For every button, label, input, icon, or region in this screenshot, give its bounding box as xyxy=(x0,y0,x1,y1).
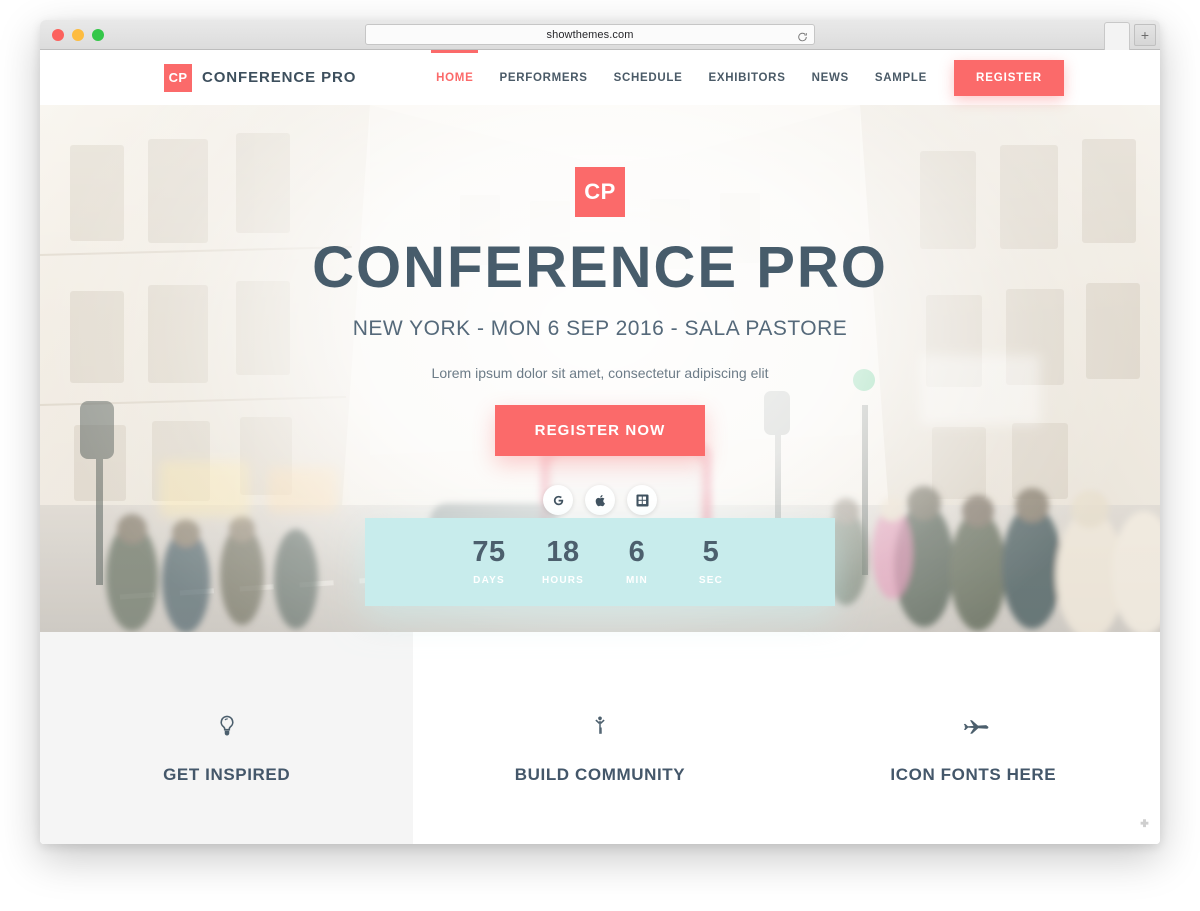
hero-subtitle: NEW YORK - MON 6 SEP 2016 - SALA PASTORE xyxy=(352,317,848,340)
feature-label: BUILD COMMUNITY xyxy=(514,765,686,784)
app-store-badges xyxy=(543,485,657,515)
windows-icon[interactable] xyxy=(627,485,657,515)
url-text: showthemes.com xyxy=(546,28,634,41)
features-section: GET INSPIRED BUILD COMMUNITY ICON FONTS … xyxy=(40,632,1160,844)
countdown-value: 5 xyxy=(702,536,720,568)
person-raising-arms-icon xyxy=(589,709,611,743)
address-bar[interactable]: showthemes.com xyxy=(365,24,815,45)
nav-register-button[interactable]: REGISTER xyxy=(954,59,1064,96)
lightbulb-icon xyxy=(214,709,240,743)
countdown-timer: 75 DAYS 18 HOURS 6 MIN 5 SEC xyxy=(365,518,835,606)
nav-item-news[interactable]: NEWS xyxy=(799,50,862,105)
nav-item-schedule[interactable]: SCHEDULE xyxy=(601,50,696,105)
countdown-unit-min: 6 MIN xyxy=(600,536,674,587)
page-viewport: CP CONFERENCE PRO HOME PERFORMERS SCHEDU… xyxy=(40,50,1160,844)
brand-mark-icon: CP xyxy=(164,63,192,92)
countdown-label: HOURS xyxy=(541,575,585,586)
browser-window: showthemes.com + CP CONFERENCE PRO HOME … xyxy=(40,20,1160,844)
countdown-unit-sec: 5 SEC xyxy=(674,536,748,587)
brand-logo[interactable]: CP CONFERENCE PRO xyxy=(164,63,357,92)
feature-label: GET INSPIRED xyxy=(163,765,291,784)
feature-label: ICON FONTS HERE xyxy=(890,765,1057,784)
new-tab-button[interactable]: + xyxy=(1134,24,1156,46)
countdown-value: 6 xyxy=(628,536,646,568)
countdown-unit-hours: 18 HOURS xyxy=(526,536,600,587)
main-navigation: HOME PERFORMERS SCHEDULE EXHIBITORS NEWS… xyxy=(423,50,1064,105)
brand-name: CONFERENCE PRO xyxy=(202,69,357,86)
reload-icon[interactable] xyxy=(797,29,808,41)
apple-icon[interactable] xyxy=(585,485,615,515)
close-window-button[interactable] xyxy=(52,29,64,41)
countdown-value: 75 xyxy=(472,536,506,568)
countdown-value: 18 xyxy=(546,536,580,568)
google-icon[interactable] xyxy=(543,485,573,515)
feature-get-inspired[interactable]: GET INSPIRED xyxy=(40,632,414,844)
browser-titlebar: showthemes.com + xyxy=(40,20,1160,50)
register-now-button[interactable]: REGISTER NOW xyxy=(494,405,706,456)
nav-item-home[interactable]: HOME xyxy=(423,50,486,105)
nav-item-performers[interactable]: PERFORMERS xyxy=(486,50,600,105)
countdown-label: DAYS xyxy=(473,575,505,586)
minimize-window-button[interactable] xyxy=(72,29,84,41)
airplane-icon xyxy=(957,709,989,743)
nav-item-sample[interactable]: SAMPLE xyxy=(862,50,940,105)
countdown-unit-days: 75 DAYS xyxy=(452,536,526,587)
hero-logo-mark: CP xyxy=(575,167,625,217)
maximize-window-button[interactable] xyxy=(92,29,104,41)
hero-title: CONFERENCE PRO xyxy=(312,235,888,300)
countdown-label: MIN xyxy=(626,575,648,586)
site-header: CP CONFERENCE PRO HOME PERFORMERS SCHEDU… xyxy=(40,50,1160,105)
feature-icon-fonts-here[interactable]: ICON FONTS HERE xyxy=(787,632,1160,844)
window-controls xyxy=(52,29,104,41)
resize-handle-icon[interactable] xyxy=(1138,818,1151,836)
hero-tagline: Lorem ipsum dolor sit amet, consectetur … xyxy=(431,365,769,381)
background-tab[interactable] xyxy=(1104,22,1130,50)
nav-item-exhibitors[interactable]: EXHIBITORS xyxy=(695,50,798,105)
feature-build-community[interactable]: BUILD COMMUNITY xyxy=(413,632,786,844)
countdown-label: SEC xyxy=(698,575,724,586)
